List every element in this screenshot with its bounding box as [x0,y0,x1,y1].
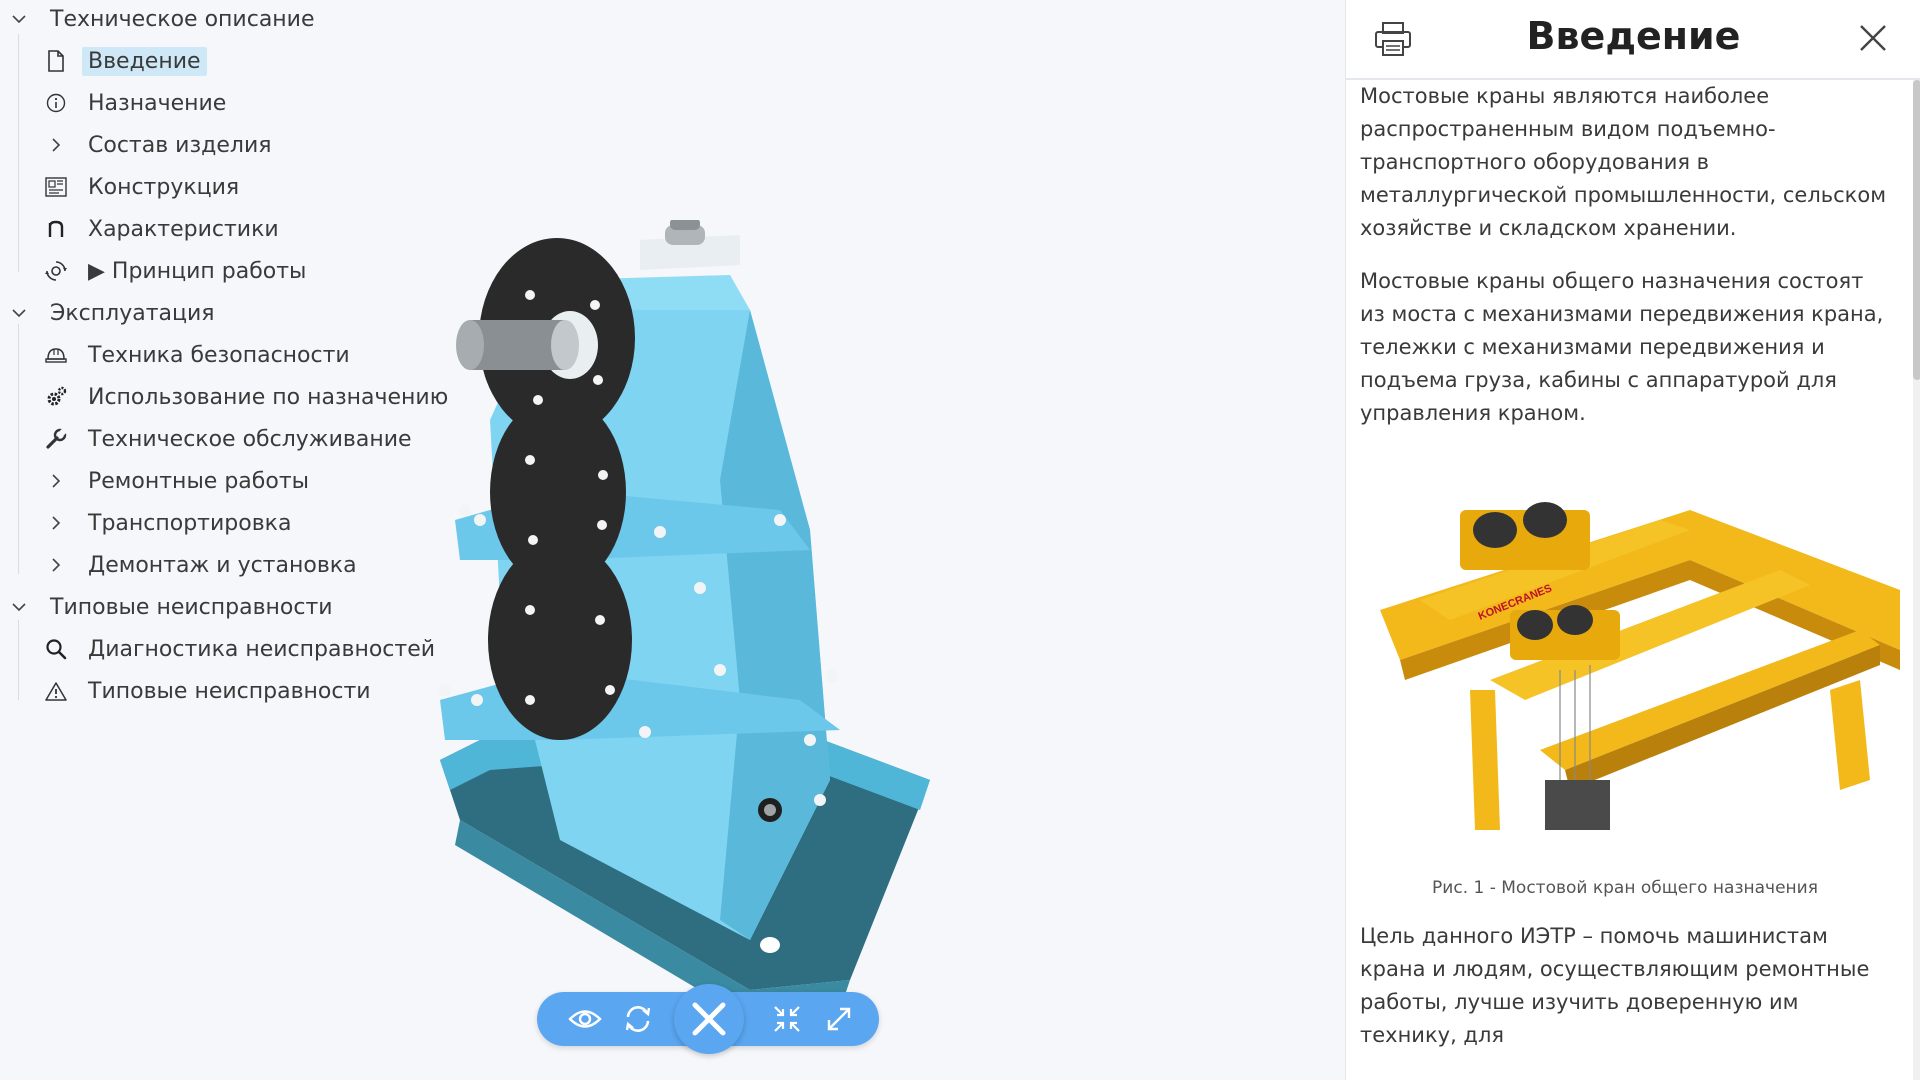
close-icon[interactable] [674,984,744,1054]
paragraph: Мостовые краны общего назначения состоят… [1360,269,1884,425]
figure-caption: Рис. 1 - Мостовой кран общего назначения [1432,878,1818,898]
tree-guide-line [18,324,19,574]
mechanism-icon [44,259,68,283]
tree-item-label: Назначение [88,90,227,116]
tree-guide-line [18,620,19,700]
tree-item-typical-faults[interactable]: Типовые неисправности [44,674,377,708]
tree-item-label: Характеристики [88,216,279,242]
hardhat-icon [44,343,68,367]
tree-item-label: Техника безопасности [88,342,350,368]
chevron-right-icon [44,133,68,157]
chevron-right-icon [44,469,68,493]
n-letter-icon [44,217,68,241]
tree-item-introduction[interactable]: Введение [44,44,207,78]
tree-item-diagnostics[interactable]: Диагностика неисправностей [44,632,441,666]
close-icon [1860,25,1886,51]
warning-icon [44,679,68,703]
tree-item-label: Транспортировка [88,510,292,536]
panel-header: Введение [1346,0,1920,80]
panel-body: Мостовые краны являются наиболее распрос… [1360,80,1900,1072]
tree-item-label: Типовые неисправности [88,678,371,704]
tree-item-label: Техническое обслуживание [88,426,412,452]
tree-section-label: Типовые неисправности [50,594,333,620]
collapse-icon[interactable] [769,1001,805,1037]
tree-item-safety[interactable]: Техника безопасности [44,338,356,372]
tree-item-label: Использование по назначению [88,384,449,410]
scrollbar-thumb[interactable] [1913,80,1920,380]
wrench-icon [44,427,68,451]
overhead-crane-image: KONECRANES [1380,502,1900,830]
tree-guide-line [18,34,19,272]
gears-icon [44,385,68,409]
paragraph: Мостовые краны являются наиболее распрос… [1360,84,1887,240]
expand-icon[interactable] [821,1001,857,1037]
tree-section-typical-faults[interactable]: Типовые неисправности [8,590,339,624]
tree-item-purpose[interactable]: Назначение [44,86,232,120]
content-panel: Введение Мостовые краны являются наиболе… [1345,0,1920,1080]
eye-icon[interactable] [567,1001,603,1037]
tree-item-construction[interactable]: Конструкция [44,170,245,204]
info-icon [44,91,68,115]
close-panel-button[interactable] [1853,18,1893,58]
chevron-down-icon [8,8,30,30]
tree-item-dismantle-install[interactable]: Демонтаж и установка [44,548,363,582]
tree-item-label: ▶ Принцип работы [88,258,307,284]
tree-item-composition[interactable]: Состав изделия [44,128,278,162]
tree-item-label: Введение [82,46,207,76]
document-icon [44,49,68,73]
tree-item-label: Ремонтные работы [88,468,309,494]
tree-item-characteristics[interactable]: Характеристики [44,212,285,246]
tree-item-transport[interactable]: Транспортировка [44,506,297,540]
tree-item-label: Диагностика неисправностей [88,636,436,662]
3d-model-viewer[interactable] [420,218,980,1020]
paragraph: Цель данного ИЭТР – помочь машинистам кр… [1360,924,1870,1047]
tree-item-operating-principle[interactable]: ▶ Принцип работы [44,254,312,288]
chevron-down-icon [8,302,30,324]
blueprint-icon [44,175,68,199]
search-icon [44,637,68,661]
chevron-down-icon [8,596,30,618]
tree-item-maintenance[interactable]: Техническое обслуживание [44,422,418,456]
chevron-right-icon [44,553,68,577]
tree-item-repair[interactable]: Ремонтные работы [44,464,315,498]
panel-title: Введение [1526,14,1741,58]
chevron-right-icon [44,511,68,535]
navigation-tree: Техническое описание Введение Назначение… [0,0,448,720]
tree-item-label: Состав изделия [88,132,272,158]
tree-section-label: Эксплуатация [50,300,215,326]
crane-figure[interactable]: KONECRANES [1360,450,1900,870]
tree-item-label: Конструкция [88,174,240,200]
tree-section-label: Техническое описание [50,6,315,32]
refresh-icon[interactable] [620,1001,656,1037]
tree-item-label: Демонтаж и установка [88,552,357,578]
tree-item-intended-use[interactable]: Использование по назначению [44,380,454,414]
gearbox-3d-model[interactable] [420,218,980,1020]
tree-section-operation[interactable]: Эксплуатация [8,296,221,330]
tree-section-tech-description[interactable]: Техническое описание [8,2,321,36]
